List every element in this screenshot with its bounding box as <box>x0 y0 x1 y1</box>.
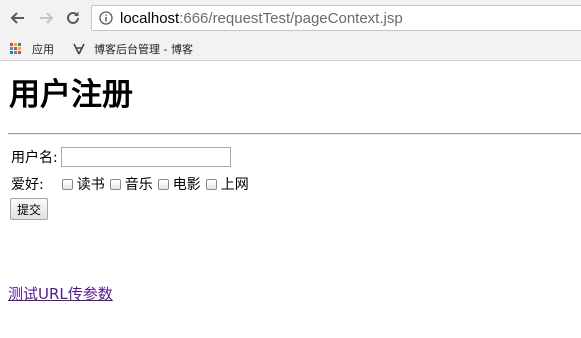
forward-arrow-icon[interactable] <box>36 8 56 28</box>
movie-checkbox[interactable] <box>157 178 169 190</box>
internet-checkbox[interactable] <box>205 178 217 190</box>
page-title: 用户注册 <box>9 77 133 113</box>
apps-grid-icon <box>10 43 22 55</box>
url-host: localhost <box>120 10 180 27</box>
horizontal-divider <box>8 133 581 135</box>
bookmark-apps-label: 应用 <box>32 43 54 56</box>
address-bar[interactable]: localhost:666/requestTest/pageContext.js… <box>91 5 581 31</box>
test-url-params-link[interactable]: 测试URL传参数 <box>8 283 113 304</box>
bookmark-blog-label: 博客后台管理 - 博客 <box>94 43 193 56</box>
hobby-option-reading[interactable]: 读书 <box>61 174 105 194</box>
back-arrow-icon[interactable] <box>8 8 28 28</box>
internet-label: 上网 <box>220 177 249 193</box>
submit-button[interactable]: 提交 <box>10 198 49 220</box>
username-input[interactable] <box>60 147 231 167</box>
username-row: 用户名: <box>11 147 231 167</box>
bookmark-apps[interactable]: 应用 <box>10 40 54 58</box>
bookmarks-bar: 应用 博客后台管理 - 博客 <box>0 37 581 61</box>
url-text[interactable]: localhost:666/requestTest/pageContext.js… <box>120 10 403 27</box>
movie-label: 电影 <box>172 177 201 193</box>
reading-label: 读书 <box>76 177 105 193</box>
page-content: 用户注册 用户名: 爱好: 读书 音乐 电影 上网 提交 测试URL传参数 <box>0 61 581 338</box>
username-label: 用户名: <box>11 150 58 166</box>
bookmark-blog-admin[interactable]: 博客后台管理 - 博客 <box>72 40 193 58</box>
music-label: 音乐 <box>124 177 153 193</box>
hobby-option-music[interactable]: 音乐 <box>109 174 153 194</box>
hobby-row: 爱好: 读书 音乐 电影 上网 <box>11 174 254 194</box>
browser-toolbar: localhost:666/requestTest/pageContext.js… <box>0 0 581 37</box>
url-path: :666/requestTest/pageContext.jsp <box>179 10 403 27</box>
hobby-option-movie[interactable]: 电影 <box>157 174 201 194</box>
hobby-option-internet[interactable]: 上网 <box>205 174 249 194</box>
info-icon[interactable] <box>99 11 113 25</box>
reading-checkbox[interactable] <box>61 178 73 190</box>
blog-favicon-icon <box>73 43 85 55</box>
hobby-label: 爱好: <box>11 177 44 193</box>
music-checkbox[interactable] <box>109 178 121 190</box>
reload-icon[interactable] <box>63 8 83 28</box>
